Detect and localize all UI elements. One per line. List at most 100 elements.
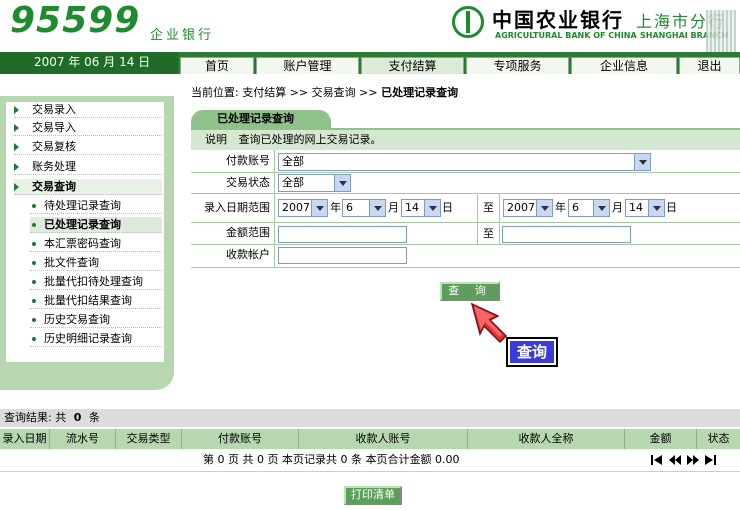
sidebar-subitem-label: 批量代扣待处理查询 xyxy=(44,275,143,288)
sidebar-subitem-history[interactable]: 历史交易查询 xyxy=(30,312,162,328)
sidebar-subitem-label: 已处理记录查询 xyxy=(44,218,121,231)
sidebar-subitem-label: 历史明细记录查询 xyxy=(44,332,132,345)
breadcrumb-prefix: 当前位置: xyxy=(191,86,239,99)
sidebar-subitem-draft-password[interactable]: 本汇票密码查询 xyxy=(30,236,162,252)
sidebar-subitem-label: 批量代扣结果查询 xyxy=(44,294,132,307)
year-unit: 年 xyxy=(330,201,341,214)
sidebar-item-review[interactable]: 交易复核 xyxy=(14,139,162,155)
last-page-icon[interactable] xyxy=(705,455,719,466)
arrow-right-icon xyxy=(14,106,19,114)
to-month-value: 6 xyxy=(572,201,579,214)
from-month-select[interactable]: 6 xyxy=(342,199,386,217)
chevron-down-icon xyxy=(424,200,440,216)
sidebar-item-entry[interactable]: 交易录入 xyxy=(14,102,162,118)
sidebar-subitem-processed[interactable]: 已处理记录查询 xyxy=(30,217,162,233)
sidebar-item-accounting[interactable]: 账务处理 xyxy=(14,159,162,175)
chevron-down-icon xyxy=(593,200,609,216)
month-unit: 月 xyxy=(612,201,623,214)
tab-special[interactable]: 专项服务 xyxy=(466,57,569,74)
bullet-icon xyxy=(32,204,36,208)
from-year-select[interactable]: 2007 xyxy=(278,199,328,217)
column-header: 交易类型 xyxy=(116,429,182,449)
form-row-payee: 收款帐户 xyxy=(191,245,740,268)
description-row: 说明 查询已处理的网上交易记录。 xyxy=(191,130,740,150)
bank-name: 中国农业银行 xyxy=(492,8,624,32)
sidebar-subitem-batch-result[interactable]: 批量代扣结果查询 xyxy=(30,293,162,309)
sidebar-item-label: 交易查询 xyxy=(32,180,76,193)
logo-number: 95599 xyxy=(10,0,141,41)
to-year-value: 2007 xyxy=(507,201,535,214)
to-month-select[interactable]: 6 xyxy=(568,199,610,217)
month-unit: 月 xyxy=(388,201,399,214)
form-row-amount: 金额范围 至 xyxy=(191,223,740,245)
column-header: 状态 xyxy=(707,432,730,445)
bullet-icon xyxy=(32,223,36,227)
divider xyxy=(0,471,740,472)
breadcrumb-item[interactable]: 支付结算 xyxy=(242,86,286,99)
payer-account-select[interactable]: 全部 xyxy=(278,153,651,171)
status-value: 全部 xyxy=(282,176,304,189)
sidebar-subitem-batch-file[interactable]: 批文件查询 xyxy=(30,255,162,271)
bullet-icon xyxy=(32,261,36,265)
payer-account-value: 全部 xyxy=(282,155,304,168)
sidebar-subitem-history-detail[interactable]: 历史明细记录查询 xyxy=(30,331,162,347)
header: 95599 企业银行 中国农业银行 上海市分行 AGRICULTURAL BAN… xyxy=(0,0,740,52)
tab-payment[interactable]: 支付结算 xyxy=(361,57,464,74)
amount-from-input[interactable] xyxy=(278,226,407,243)
day-unit: 日 xyxy=(442,201,453,214)
description-text: 查询已处理的网上交易记录。 xyxy=(238,133,382,146)
query-callout: 查询 xyxy=(506,337,558,367)
arrow-right-icon xyxy=(14,183,19,191)
result-table-header: 录入日期 流水号 交易类型 付款账号 收款人账号 收款人全称 金额 状态 xyxy=(0,429,740,449)
sidebar-item-label: 交易导入 xyxy=(32,121,76,134)
divider xyxy=(499,223,500,245)
column-header: 付款账号 xyxy=(182,429,299,449)
bullet-icon xyxy=(32,337,36,341)
to-label: 至 xyxy=(483,201,494,214)
tab-account[interactable]: 账户管理 xyxy=(256,57,359,74)
tab-home[interactable]: 首页 xyxy=(180,57,254,74)
sidebar-item-label: 交易复核 xyxy=(32,140,76,153)
arrow-right-icon xyxy=(14,124,19,132)
result-summary-label: 查询结果: 共 xyxy=(4,411,67,424)
day-unit: 日 xyxy=(666,201,677,214)
bullet-icon xyxy=(32,242,36,246)
chevron-down-icon xyxy=(648,200,664,216)
query-form: 付款账号 全部 交易状态 全部 录入日期范围 2007 年 6 月 14 日 至… xyxy=(191,150,740,268)
sidebar-subitem-label: 批文件查询 xyxy=(44,256,99,269)
first-page-icon[interactable] xyxy=(651,455,665,466)
query-button[interactable]: 查 询 xyxy=(440,282,500,301)
sidebar-item-query[interactable]: 交易查询 xyxy=(14,179,162,195)
panel-title: 已处理记录查询 xyxy=(191,110,331,128)
sidebar-subitem-pending[interactable]: 待处理记录查询 xyxy=(30,198,162,214)
sidebar-subitem-batch-pending[interactable]: 批量代扣待处理查询 xyxy=(30,274,162,290)
from-year-value: 2007 xyxy=(282,201,310,214)
status-select[interactable]: 全部 xyxy=(278,174,351,192)
next-page-icon[interactable] xyxy=(687,455,701,466)
sidebar-item-label: 交易录入 xyxy=(32,103,76,116)
payee-account-input[interactable] xyxy=(278,247,407,264)
from-day-select[interactable]: 14 xyxy=(401,199,441,217)
result-count: 0 xyxy=(73,411,82,424)
tab-company-info[interactable]: 企业信息 xyxy=(571,57,677,74)
form-row-status: 交易状态 全部 xyxy=(191,173,740,194)
chevron-down-icon xyxy=(311,200,327,216)
column-header: 收款人账号 xyxy=(299,429,468,449)
divider xyxy=(499,194,500,223)
sidebar-item-import[interactable]: 交易导入 xyxy=(14,120,162,136)
pager: 第 0 页 共 0 页 本页记录共 0 条 本页合计金额 0.00 xyxy=(0,450,740,470)
to-day-select[interactable]: 14 xyxy=(625,199,665,217)
breadcrumb-item[interactable]: 交易查询 xyxy=(312,86,356,99)
prev-page-icon[interactable] xyxy=(669,455,683,466)
sidebar-subitem-label: 历史交易查询 xyxy=(44,313,110,326)
tab-logout[interactable]: 退出 xyxy=(679,57,740,74)
column-header: 收款人全称 xyxy=(468,429,625,449)
sidebar-subitem-label: 待处理记录查询 xyxy=(44,199,121,212)
arrow-right-icon xyxy=(14,163,19,171)
print-list-button[interactable]: 打印清单 xyxy=(344,486,402,505)
date-range-label: 录入日期范围 xyxy=(191,194,275,222)
to-year-select[interactable]: 2007 xyxy=(503,199,553,217)
abc-logo-icon xyxy=(452,6,484,38)
amount-to-input[interactable] xyxy=(502,226,631,243)
date-display: 2007 年 06 月 14 日 xyxy=(0,52,178,74)
